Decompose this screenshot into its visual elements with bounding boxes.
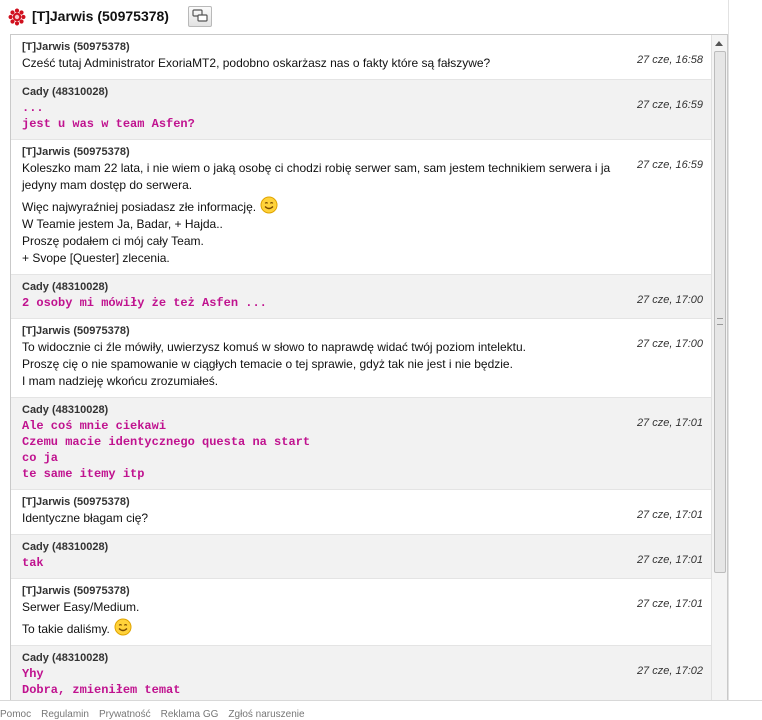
message-text: + Svope [Quester] zlecenia.: [22, 250, 622, 267]
message-row: Cady (48310028) 27 cze, 16:59... jest u wa…: [11, 80, 713, 140]
message-row: [T]Jarwis (50975378) 27 cze, 17:01 Identyc…: [11, 490, 713, 535]
message-text-content: I mam nadzieję wkońcu zrozumiałeś.: [22, 374, 219, 388]
scrollbar[interactable]: [711, 35, 727, 700]
message-row: [T]Jarwis (50975378) 27 cze, 16:59 Koleszk…: [11, 140, 713, 275]
gadu-status-flower-icon: [8, 8, 26, 26]
message-timestamp: 27 cze, 17:01: [636, 509, 703, 521]
message-row: Cady (48310028) 27 cze, 17:02 Yhy Dobra, zm…: [11, 646, 713, 700]
message-text: jest u was w team Asfen?: [22, 116, 622, 132]
message-timestamp: 27 cze, 17:01: [636, 417, 703, 429]
message-text-content: To widocznie ci źle mówiły, uwierzysz ko…: [22, 340, 526, 354]
contact-title: [T]Jarwis (50975378): [32, 8, 169, 24]
footer-links: Pomoc Regulamin Prywatność Reklama GG Zgłoś …: [0, 709, 315, 720]
message-text-content: Serwer Easy/Medium.: [22, 600, 140, 614]
message-text: Proszę cię o nie spamowanie w ciągłych t…: [22, 356, 622, 373]
message-text-content: Proszę podałem ci mój cały Team.: [22, 234, 204, 248]
smile-emoticon-icon: [114, 618, 132, 636]
message-timestamp: 27 cze, 17:00: [636, 294, 703, 306]
smile-emoticon-icon: [260, 196, 278, 214]
message-author: Cady (48310028): [22, 541, 109, 553]
message-text: Serwer Easy/Medium.: [22, 599, 622, 616]
message-text: Czemu macie identycznego questa na start: [22, 434, 622, 450]
message-text-content: Yhy: [22, 667, 44, 681]
message-text-content: Ale coś mnie ciekawi: [22, 419, 167, 433]
message-row: [T]Jarwis (50975378) 27 cze, 17:01 Serwer …: [11, 579, 713, 646]
message-author: [T]Jarwis (50975378): [22, 496, 130, 508]
message-text: co ja: [22, 450, 622, 466]
message-author: Cady (48310028): [22, 281, 109, 293]
message-author: [T]Jarwis (50975378): [22, 325, 130, 337]
message-text-content: co ja: [22, 451, 59, 465]
message-author: Cady (48310028): [22, 652, 109, 664]
footer-link[interactable]: Pomoc: [0, 709, 31, 720]
message-text: Identyczne błagam cię?: [22, 510, 622, 527]
message-text: I mam nadzieję wkońcu zrozumiałeś.: [22, 373, 622, 390]
message-author: [T]Jarwis (50975378): [22, 41, 130, 53]
message-list: [T]Jarwis (50975378) 27 cze, 16:58 Cześć t…: [11, 35, 713, 700]
message-text: ...: [22, 100, 622, 116]
message-text: Cześć tutaj Administrator ExoriaMT2, pod…: [22, 55, 622, 72]
message-text-content: Identyczne błagam cię?: [22, 511, 149, 525]
message-text: tak: [22, 555, 622, 571]
grip-icon: [717, 318, 723, 325]
message-text-content: To takie daliśmy.: [22, 622, 110, 636]
message-text-content: Cześć tutaj Administrator ExoriaMT2, pod…: [22, 56, 491, 70]
message-text: Yhy: [22, 666, 622, 682]
message-timestamp: 27 cze, 17:01: [636, 598, 703, 610]
message-author: [T]Jarwis (50975378): [22, 585, 130, 597]
message-text-content: tak: [22, 556, 44, 570]
chat-header: [T]Jarwis (50975378): [0, 0, 728, 34]
panel-divider: [728, 0, 729, 700]
message-text: Więc najwyraźniej posiadasz złe informac…: [22, 196, 622, 216]
message-text: Proszę podałem ci mój cały Team.: [22, 233, 622, 250]
message-row: Cady (48310028) 27 cze, 17:00 2 osoby mi m…: [11, 275, 713, 319]
message-text-content: Dobra, zmieniłem temat: [22, 683, 181, 697]
message-row: [T]Jarwis (50975378) 27 cze, 17:00 To wido…: [11, 319, 713, 398]
message-timestamp: 27 cze, 17:01: [636, 554, 703, 566]
message-text-content: te same itemy itp: [22, 467, 145, 481]
message-text-content: + Svope [Quester] zlecenia.: [22, 251, 170, 265]
message-timestamp: 27 cze, 17:00: [636, 338, 703, 350]
message-row: Cady (48310028) 27 cze, 17:01 tak: [11, 535, 713, 579]
scrollbar-thumb[interactable]: [714, 51, 726, 573]
message-text: To takie daliśmy.: [22, 618, 622, 638]
message-timestamp: 27 cze, 16:59: [636, 99, 703, 111]
message-row: Cady (48310028) 27 cze, 17:01 Ale coś mnie…: [11, 398, 713, 490]
message-timestamp: 27 cze, 16:59: [636, 159, 703, 171]
message-text: te same itemy itp: [22, 466, 622, 482]
message-text-content: Proszę cię o nie spamowanie w ciągłych t…: [22, 357, 513, 371]
message-timestamp: 27 cze, 16:58: [636, 54, 703, 66]
message-author: [T]Jarwis (50975378): [22, 146, 130, 158]
message-text-content: W Teamie jestem Ja, Badar, + Hajda..: [22, 217, 223, 231]
message-author: Cady (48310028): [22, 404, 109, 416]
message-text: Ale coś mnie ciekawi: [22, 418, 622, 434]
message-text-content: ...: [22, 101, 44, 115]
scroll-up-arrow-icon[interactable]: [715, 41, 723, 46]
chat-bubbles-icon: [192, 9, 208, 22]
message-text: 2 osoby mi mówiły że też Asfen ...: [22, 295, 622, 311]
message-text: W Teamie jestem Ja, Badar, + Hajda..: [22, 216, 622, 233]
footer-link[interactable]: Reklama GG: [161, 709, 219, 720]
page-footer: Pomoc Regulamin Prywatność Reklama GG Zgłoś …: [0, 700, 762, 720]
message-text-content: Koleszko mam 22 lata, i nie wiem o jaką …: [22, 161, 611, 192]
open-chat-button[interactable]: [188, 6, 212, 27]
footer-link[interactable]: Zgłoś naruszenie: [228, 709, 304, 720]
message-text-content: Więc najwyraźniej posiadasz złe informac…: [22, 200, 257, 214]
footer-link[interactable]: Regulamin: [41, 709, 89, 720]
message-text-content: 2 osoby mi mówiły że też Asfen ...: [22, 296, 267, 310]
message-author: Cady (48310028): [22, 86, 109, 98]
message-text: Dobra, zmieniłem temat: [22, 682, 622, 698]
chat-history[interactable]: [T]Jarwis (50975378) 27 cze, 16:58 Cześć t…: [10, 34, 728, 700]
message-text-content: jest u was w team Asfen?: [22, 117, 195, 131]
message-text: To widocznie ci źle mówiły, uwierzysz ko…: [22, 339, 622, 356]
message-timestamp: 27 cze, 17:02: [636, 665, 703, 677]
message-row: [T]Jarwis (50975378) 27 cze, 16:58 Cześć t…: [11, 35, 713, 80]
footer-link[interactable]: Prywatność: [99, 709, 151, 720]
message-text: Koleszko mam 22 lata, i nie wiem o jaką …: [22, 160, 622, 194]
message-text-content: Czemu macie identycznego questa na start: [22, 435, 311, 449]
